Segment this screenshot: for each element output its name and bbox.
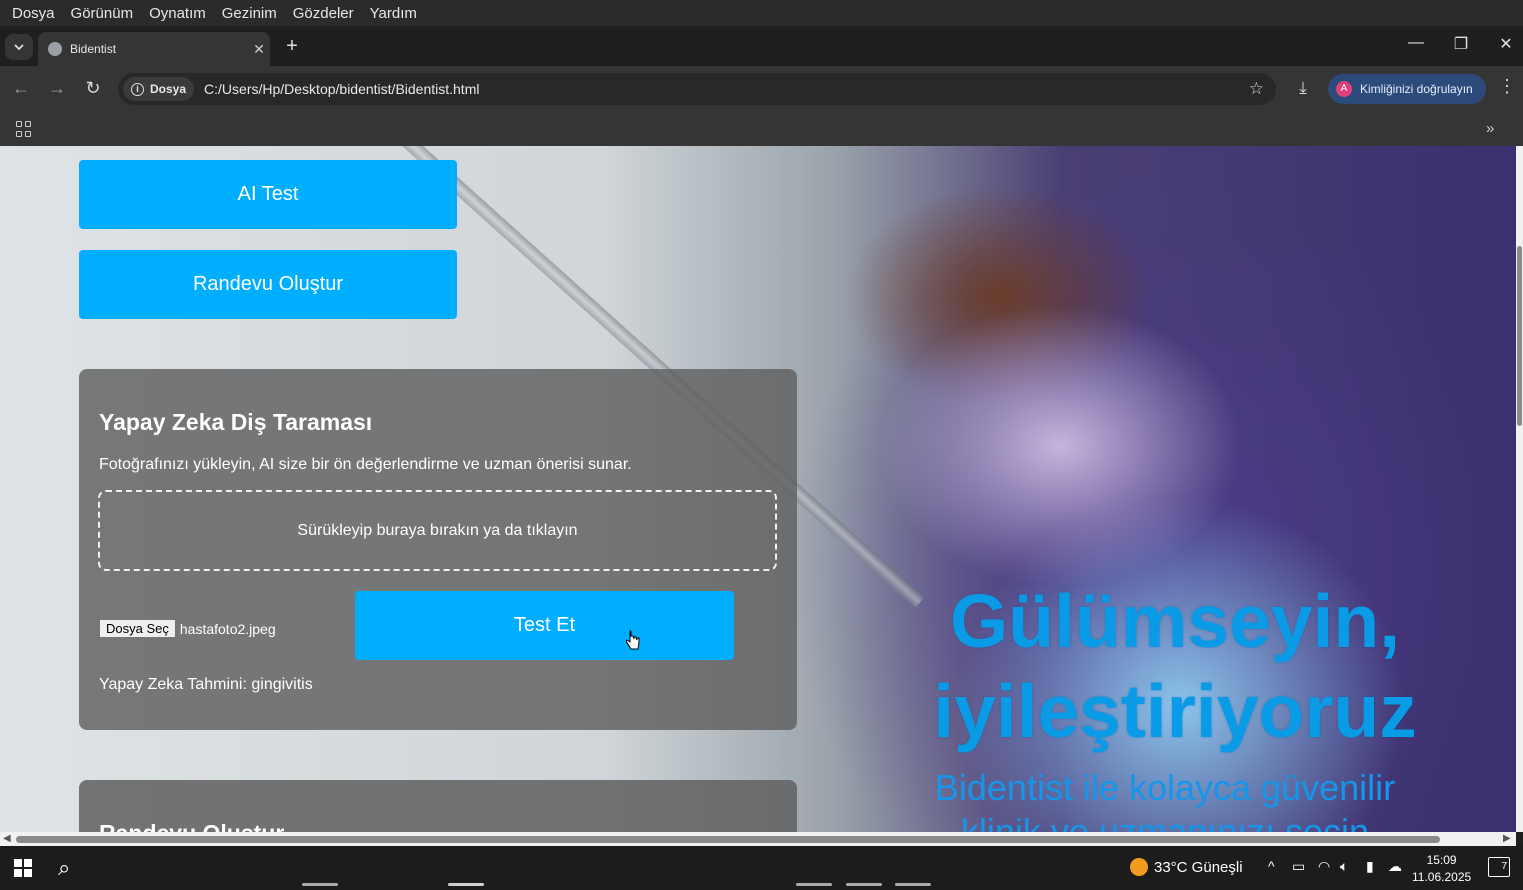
double-chevron-right-icon[interactable]: » bbox=[1486, 120, 1494, 137]
onedrive-cloud-icon[interactable]: ☁︎ bbox=[1388, 858, 1402, 875]
hero-subtitle: Bidentist ile kolayca güvenilir klinik v… bbox=[934, 767, 1396, 832]
scroll-left-icon[interactable]: ◀ bbox=[3, 833, 11, 844]
scan-card-description: Fotoğrafınızı yükleyin, AI size bir ön d… bbox=[99, 456, 632, 473]
bookmark-star-icon[interactable]: ☆ bbox=[1249, 79, 1264, 99]
restore-icon[interactable]: ❐ bbox=[1446, 34, 1476, 54]
avatar: A bbox=[1336, 81, 1352, 97]
taskbar-app-4[interactable] bbox=[840, 850, 888, 886]
info-icon: i bbox=[131, 82, 144, 96]
more-menu-icon[interactable]: ⋮ bbox=[1498, 76, 1516, 97]
wifi-icon[interactable]: ◠ bbox=[1318, 858, 1330, 875]
site-info-chip[interactable]: i Dosya bbox=[123, 77, 195, 101]
sun-icon bbox=[1130, 858, 1148, 876]
scroll-right-icon[interactable]: ▶ bbox=[1503, 833, 1511, 844]
system-clock[interactable]: 15:09 11.06.2025 bbox=[1412, 852, 1471, 886]
taskbar-app-2[interactable] bbox=[442, 850, 490, 886]
file-input-row: Dosya Seç hastafoto2.jpeg bbox=[99, 619, 276, 638]
minimize-icon[interactable]: — bbox=[1401, 34, 1431, 52]
taskbar-app-3[interactable] bbox=[790, 850, 838, 886]
url-text[interactable]: C:/Users/Hp/Desktop/bidentist/Bidentist.… bbox=[204, 81, 1249, 97]
appointment-card-title: Randevu Oluştur bbox=[99, 820, 284, 832]
close-tab-icon[interactable]: ✕ bbox=[248, 41, 270, 58]
clock-date: 11.06.2025 bbox=[1412, 870, 1472, 884]
mouse-pointer-icon bbox=[626, 630, 640, 650]
choose-file-button[interactable]: Dosya Seç bbox=[99, 619, 176, 638]
menu-gorunum[interactable]: Görünüm bbox=[67, 3, 138, 24]
window-close-icon[interactable]: ✕ bbox=[1491, 34, 1521, 54]
back-arrow-icon[interactable]: ← bbox=[8, 78, 34, 99]
selected-file-name: hastafoto2.jpeg bbox=[179, 620, 276, 637]
taskbar-app-5[interactable] bbox=[889, 850, 937, 886]
tab-title: Bidentist bbox=[70, 42, 117, 56]
notification-count: 7 bbox=[1501, 861, 1507, 872]
tab-search-button[interactable] bbox=[5, 34, 33, 60]
site-info-label: Dosya bbox=[150, 82, 187, 96]
horizontal-scrollbar[interactable]: ◀ ▶ bbox=[0, 832, 1516, 846]
battery-icon[interactable]: ▭ bbox=[1292, 858, 1305, 875]
address-bar[interactable]: i Dosya C:/Users/Hp/Desktop/bidentist/Bi… bbox=[118, 73, 1276, 105]
vertical-scrollbar[interactable] bbox=[1516, 146, 1523, 832]
page-viewport: AI Test Randevu Oluştur Yapay Zeka Diş T… bbox=[0, 146, 1516, 832]
upload-dropzone[interactable]: Sürükleyip buraya bırakın ya da tıklayın bbox=[98, 490, 777, 571]
ai-test-button[interactable]: AI Test bbox=[79, 160, 457, 229]
apps-grid-icon[interactable] bbox=[16, 121, 32, 137]
appointment-button[interactable]: Randevu Oluştur bbox=[79, 250, 457, 319]
taskbar-app-1[interactable] bbox=[296, 850, 344, 886]
windows-start-icon[interactable] bbox=[14, 859, 32, 877]
clock-time: 15:09 bbox=[1426, 853, 1457, 867]
reload-icon[interactable]: ↻ bbox=[80, 78, 106, 99]
hero-title: Gülümseyin, iyileştiriyoruz bbox=[933, 579, 1417, 753]
app-menubar: Dosya Görünüm Oynatım Gezinim Gözdeler Y… bbox=[0, 0, 1523, 26]
microphone-icon[interactable]: ▮ bbox=[1366, 858, 1374, 875]
globe-icon bbox=[48, 42, 62, 56]
menu-oynatim[interactable]: Oynatım bbox=[145, 3, 210, 24]
test-button[interactable]: Test Et bbox=[355, 591, 734, 660]
ai-prediction-result: Yapay Zeka Tahmini: gingivitis bbox=[99, 676, 313, 693]
chevron-down-icon bbox=[14, 44, 24, 51]
menu-gozdeler[interactable]: Gözdeler bbox=[289, 3, 358, 24]
ai-scan-card: Yapay Zeka Diş Taraması Fotoğrafınızı yü… bbox=[79, 369, 797, 730]
menu-dosya[interactable]: Dosya bbox=[8, 3, 59, 24]
horizontal-scroll-thumb[interactable] bbox=[16, 836, 1440, 843]
taskbar-search-icon[interactable]: ⌕ bbox=[58, 855, 70, 881]
browser-toolbar: ← → ↻ i Dosya C:/Users/Hp/Desktop/bident… bbox=[0, 66, 1523, 112]
profile-label: Kimliğinizi doğrulayın bbox=[1360, 82, 1473, 96]
download-icon[interactable]: ⤓ bbox=[1290, 78, 1316, 98]
tab-strip: Bidentist ✕ + — ❐ ✕ bbox=[0, 26, 1523, 66]
tab-bidentist[interactable]: Bidentist ✕ bbox=[38, 32, 270, 66]
tray-chevron-up-icon[interactable]: ^ bbox=[1268, 858, 1275, 874]
scan-card-title: Yapay Zeka Diş Taraması bbox=[99, 409, 373, 435]
vertical-scroll-thumb[interactable] bbox=[1517, 246, 1522, 426]
menu-yardim[interactable]: Yardım bbox=[366, 3, 421, 24]
appointment-card: Randevu Oluştur bbox=[79, 780, 797, 832]
weather-widget[interactable]: 33°C Güneşli bbox=[1130, 858, 1243, 876]
menu-gezinim[interactable]: Gezinim bbox=[218, 3, 281, 24]
notification-icon[interactable]: 7 bbox=[1488, 857, 1510, 877]
dropzone-text: Sürükleyip buraya bırakın ya da tıklayın bbox=[297, 521, 578, 539]
new-tab-button[interactable]: + bbox=[280, 36, 304, 56]
volume-icon[interactable]: 🔈︎ bbox=[1340, 858, 1348, 875]
windows-taskbar: ⌕ 33°C Güneşli ^ ▭ ◠ 🔈︎ ▮ ☁︎ 15:09 11.06… bbox=[0, 846, 1523, 890]
weather-text: 33°C Güneşli bbox=[1154, 858, 1243, 876]
profile-verify-button[interactable]: A Kimliğinizi doğrulayın bbox=[1328, 74, 1486, 104]
forward-arrow-icon[interactable]: → bbox=[44, 78, 70, 99]
bookmarks-bar: » bbox=[0, 112, 1523, 146]
